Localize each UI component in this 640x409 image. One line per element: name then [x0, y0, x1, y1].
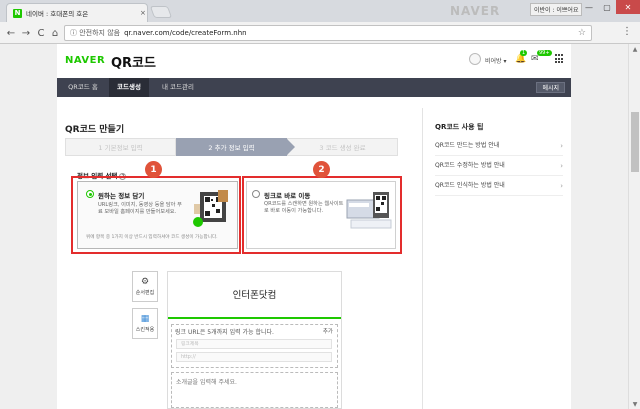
page-viewport: NAVER QR코드 비어방 ▾ 🔔 1 ✉ 99+ QR코드 홈 코드생성 내… — [0, 44, 628, 409]
step-indicator: 1 기본정보 입력 2 추가 정보 입력 3 코드 생성 완료 — [65, 138, 398, 156]
step-1: 1 기본정보 입력 — [65, 138, 176, 156]
bookmark-star-icon[interactable]: ☆ — [578, 28, 586, 38]
watermark-logo: NAVER — [450, 4, 501, 18]
nav-my-codes[interactable]: 내 코드관리 — [149, 78, 207, 97]
naver-logo[interactable]: NAVER — [65, 55, 105, 66]
scroll-down-icon[interactable]: ▼ — [629, 399, 640, 409]
tip-label: QR코드 인식하는 방법 안내 — [435, 182, 505, 189]
link-url-block[interactable]: 링크 URL은 5개까지 입력 가능 합니다. 추가 링크제목 http:// — [171, 324, 338, 368]
tip-link-create[interactable]: QR코드 만드는 방법 안내 › — [435, 136, 563, 156]
tip-label: QR코드 만드는 방법 안내 — [435, 142, 500, 149]
minimize-button[interactable]: — — [580, 0, 598, 14]
tips-title: QR코드 사용 팁 — [435, 123, 484, 131]
editor-page-title[interactable]: 인터폰닷컴 — [168, 272, 341, 319]
url-input[interactable]: ⓘ 안전하지 않음 qr.naver.com/code/createForm.n… — [64, 25, 592, 41]
tab-title: 네이버 : 호대폰의 호은 — [26, 10, 89, 18]
page-container: NAVER QR코드 비어방 ▾ 🔔 1 ✉ 99+ QR코드 홈 코드생성 내… — [57, 44, 571, 409]
step-3: 3 코드 생성 완료 — [287, 138, 398, 156]
scroll-up-icon[interactable]: ▲ — [629, 44, 640, 54]
mail-count-badge: 99+ — [537, 50, 552, 56]
avatar[interactable] — [469, 53, 481, 65]
page-editor: 인터폰닷컴 링크 URL은 5개까지 입력 가능 합니다. 추가 링크제목 ht… — [167, 271, 342, 409]
page-title: QR코드 만들기 — [65, 125, 125, 135]
link-url-input[interactable]: http:// — [176, 352, 332, 362]
close-window-button[interactable]: ✕ — [616, 0, 640, 14]
annotation-badge-2: 2 — [313, 161, 330, 178]
browser-tab[interactable]: N 네이버 : 호대폰의 호은 × — [6, 3, 148, 22]
qr-tips-panel: QR코드 사용 팁 QR코드 만드는 방법 안내 › QR코드 수정하는 방법 … — [422, 108, 571, 409]
annotation-badge-1: 1 — [145, 161, 162, 178]
link-title-input[interactable]: 링크제목 — [176, 339, 332, 349]
service-title[interactable]: QR코드 — [111, 52, 156, 71]
tip-link-edit[interactable]: QR코드 수정하는 방법 안내 › — [435, 156, 563, 176]
main-nav: QR코드 홈 코드생성 내 코드관리 메시지 — [57, 78, 571, 97]
url-text: qr.naver.com/code/createForm.nhn — [124, 29, 247, 37]
skin-grid-icon: ▦ — [140, 314, 150, 324]
security-indicator[interactable]: ⓘ 안전하지 않음 — [70, 28, 120, 38]
reload-icon[interactable]: C — [34, 26, 48, 40]
site-header: NAVER QR코드 비어방 ▾ 🔔 1 ✉ 99+ — [57, 44, 571, 78]
forward-icon[interactable]: → — [19, 26, 33, 40]
nav-create-code[interactable]: 코드생성 — [109, 78, 149, 97]
back-icon[interactable]: ← — [4, 26, 18, 40]
apply-skin-button[interactable]: ▦ 스킨적용 — [132, 308, 158, 339]
tip-link-scan[interactable]: QR코드 인식하는 방법 안내 › — [435, 176, 563, 196]
apps-grid-icon[interactable] — [555, 54, 565, 64]
link-block-heading: 링크 URL은 5개까지 입력 가능 합니다. — [175, 329, 274, 336]
notification-count-badge: 1 — [520, 50, 528, 56]
profile-badge[interactable]: 이반이 : 이쁘어요 — [530, 3, 583, 16]
description-input[interactable]: 소개글을 입력해 주세요. — [176, 377, 237, 386]
highlight-box-option-1 — [71, 176, 241, 254]
chevron-right-icon: › — [560, 182, 563, 190]
window-controls: — ▢ ✕ — [580, 0, 640, 14]
browser-menu-icon[interactable]: ⋮ — [622, 26, 632, 37]
editor-tools: ⚙ 순서편집 ▦ 스킨적용 — [132, 271, 158, 345]
message-button[interactable]: 메시지 — [536, 82, 565, 93]
scroll-thumb[interactable] — [631, 112, 639, 172]
new-tab-button[interactable] — [149, 6, 173, 18]
tool-label: 스킨적용 — [135, 327, 155, 333]
reorder-button[interactable]: ⚙ 순서편집 — [132, 271, 158, 302]
step-2: 2 추가 정보 입력 — [176, 138, 295, 156]
description-block[interactable]: 소개글을 입력해 주세요. — [171, 372, 338, 408]
address-bar-row: ← → C ⌂ ⓘ 안전하지 않음 qr.naver.com/code/crea… — [0, 22, 640, 44]
add-link-button[interactable]: 추가 — [323, 327, 333, 335]
highlight-box-option-2 — [242, 176, 402, 254]
naver-favicon-icon: N — [13, 8, 22, 18]
chevron-right-icon: › — [560, 142, 563, 150]
home-icon[interactable]: ⌂ — [48, 26, 62, 40]
gear-icon: ⚙ — [140, 277, 150, 287]
close-tab-icon[interactable]: × — [140, 9, 146, 17]
user-name-dropdown[interactable]: 비어방 ▾ — [485, 56, 506, 65]
nav-qr-home[interactable]: QR코드 홈 — [57, 78, 109, 97]
page-scrollbar[interactable]: ▲ ▼ — [628, 44, 640, 409]
chevron-right-icon: › — [560, 162, 563, 170]
tip-label: QR코드 수정하는 방법 안내 — [435, 162, 505, 169]
tool-label: 순서편집 — [135, 290, 155, 296]
maximize-button[interactable]: ▢ — [598, 0, 616, 14]
browser-tab-bar: N 네이버 : 호대폰의 호은 × NAVER 이반이 : 이쁘어요 — ▢ ✕ — [0, 0, 640, 22]
